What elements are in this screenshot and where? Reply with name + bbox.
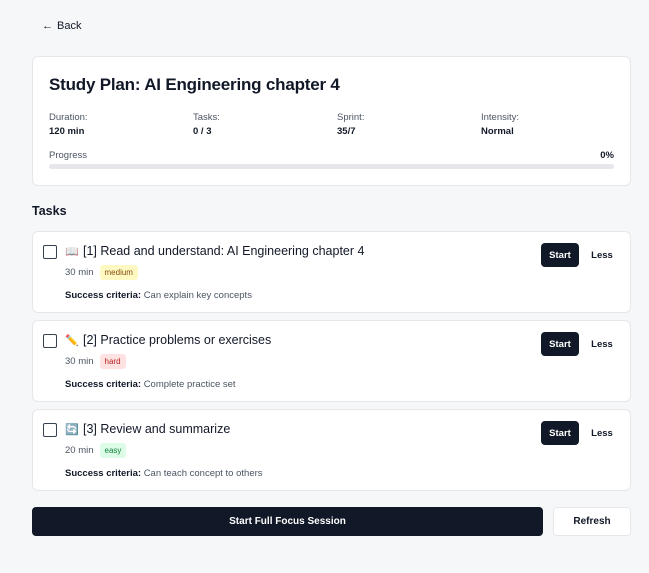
task-meta: 30 min medium (65, 265, 138, 280)
start-task-button[interactable]: Start (541, 421, 579, 445)
refresh-cycle-icon: 🔄 (65, 423, 79, 436)
difficulty-badge: easy (99, 443, 127, 458)
task-title: 🔄 [3] Review and summarize (65, 422, 230, 436)
task-checkbox[interactable] (43, 423, 57, 437)
pencil-icon: ✏️ (65, 334, 79, 347)
progress-bar (49, 164, 614, 169)
task-duration: 30 min (65, 267, 94, 278)
task-duration: 30 min (65, 356, 94, 367)
criteria-label: Success criteria: (65, 379, 142, 390)
criteria-label: Success criteria: (65, 290, 142, 301)
arrow-left-icon: ← (42, 20, 53, 32)
less-button[interactable]: Less (587, 332, 617, 356)
stat-label: Duration: (49, 112, 88, 123)
stat-value: 120 min (49, 126, 85, 137)
criteria-text: Complete practice set (143, 379, 236, 390)
stat-value: 0 / 3 (193, 126, 212, 137)
less-button[interactable]: Less (587, 421, 617, 445)
task-title-text: [1] Read and understand: AI Engineering … (83, 244, 365, 258)
start-task-button[interactable]: Start (541, 243, 579, 267)
start-focus-session-button[interactable]: Start Full Focus Session (32, 507, 543, 536)
task-title-text: [3] Review and summarize (83, 422, 231, 436)
difficulty-badge: hard (99, 354, 126, 369)
task-meta: 30 min hard (65, 354, 126, 369)
criteria-text: Can explain key concepts (143, 290, 252, 301)
plan-summary-card: Study Plan: AI Engineering chapter 4 Dur… (32, 56, 631, 186)
start-task-button[interactable]: Start (541, 332, 579, 356)
task-title-text: [2] Practice problems or exercises (83, 333, 272, 347)
success-criteria: Success criteria: Can explain key concep… (65, 290, 252, 301)
stat-intensity: Intensity: Normal (481, 112, 621, 137)
progress-label: Progress (49, 150, 88, 161)
task-card: ✏️ [2] Practice problems or exercises 30… (32, 320, 631, 402)
back-link[interactable]: ← Back (42, 20, 81, 32)
task-meta: 20 min easy (65, 443, 127, 458)
stat-label: Intensity: (481, 112, 520, 123)
refresh-button[interactable]: Refresh (553, 507, 631, 536)
stat-value: 35/7 (337, 126, 356, 137)
stat-duration: Duration: 120 min (49, 112, 189, 137)
task-card: 📖 [1] Read and understand: AI Engineerin… (32, 231, 631, 313)
less-button[interactable]: Less (587, 243, 617, 267)
task-card: 🔄 [3] Review and summarize 20 min easy S… (32, 409, 631, 491)
task-duration: 20 min (65, 445, 94, 456)
stat-label: Tasks: (193, 112, 220, 123)
study-plan-page: ← Back Study Plan: AI Engineering chapte… (0, 0, 649, 573)
success-criteria: Success criteria: Complete practice set (65, 379, 236, 390)
task-checkbox[interactable] (43, 245, 57, 259)
stat-sprint: Sprint: 35/7 (337, 112, 477, 137)
page-title: Study Plan: AI Engineering chapter 4 (49, 75, 340, 94)
stat-value: Normal (481, 126, 514, 137)
tasks-heading: Tasks (32, 204, 67, 218)
book-icon: 📖 (65, 245, 79, 258)
criteria-text: Can teach concept to others (143, 468, 263, 479)
progress-percent: 0% (600, 150, 614, 161)
stat-label: Sprint: (337, 112, 365, 123)
task-title: ✏️ [2] Practice problems or exercises (65, 333, 271, 347)
difficulty-badge: medium (99, 265, 138, 280)
success-criteria: Success criteria: Can teach concept to o… (65, 468, 263, 479)
stat-tasks: Tasks: 0 / 3 (193, 112, 333, 137)
criteria-label: Success criteria: (65, 468, 142, 479)
back-label: Back (57, 20, 82, 32)
task-title: 📖 [1] Read and understand: AI Engineerin… (65, 244, 364, 258)
task-checkbox[interactable] (43, 334, 57, 348)
